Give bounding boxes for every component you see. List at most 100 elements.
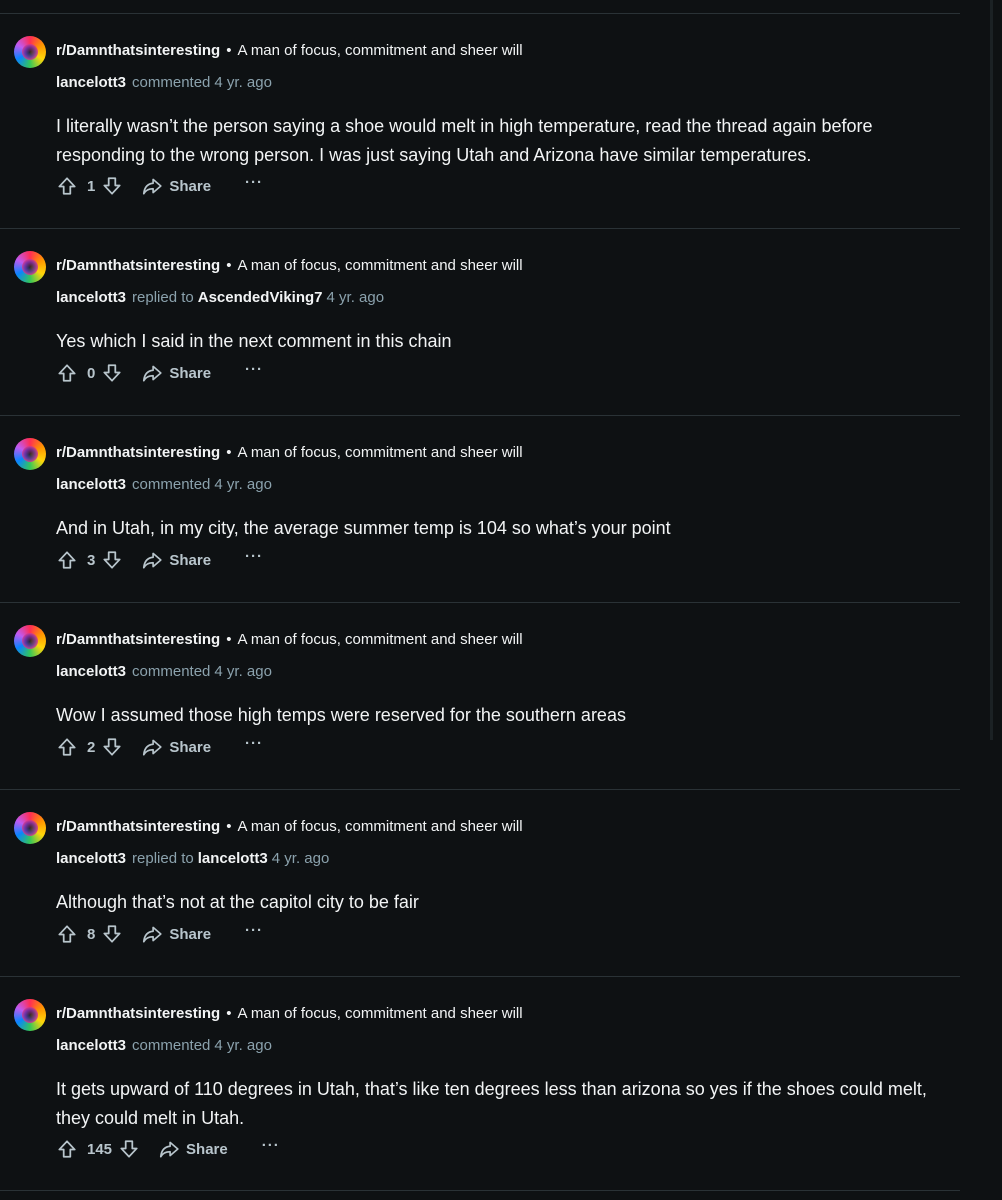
comment-meta: r/Damnthatsinteresting • A man of focus, c… [56, 40, 523, 62]
vote-controls: 145 [56, 1138, 140, 1160]
comment-meta: r/Damnthatsinteresting • A man of focus, c… [56, 816, 523, 838]
upvote-arrow-icon[interactable] [56, 549, 78, 571]
subreddit-avatar[interactable] [14, 812, 46, 844]
downvote-arrow-icon[interactable] [101, 736, 123, 758]
separator-bullet: • [226, 818, 232, 835]
subreddit-link[interactable]: r/Damnthatsinteresting [56, 42, 220, 59]
author-link[interactable]: lancelott3 [56, 663, 126, 680]
comment-card[interactable]: r/Damnthatsinteresting • A man of focus, c… [0, 812, 960, 962]
divider [0, 789, 960, 790]
more-options-button[interactable]: ··· [245, 549, 263, 568]
scrollbar-track[interactable] [990, 0, 993, 740]
subreddit-link[interactable]: r/Damnthatsinteresting [56, 818, 220, 835]
share-button[interactable]: Share [158, 1138, 228, 1160]
comment-body: It gets upward of 110 degrees in Utah, t… [56, 1079, 927, 1128]
post-title-link[interactable]: A man of focus, commitment and sheer wil… [237, 631, 522, 648]
post-title-link[interactable]: A man of focus, commitment and sheer wil… [237, 42, 522, 59]
downvote-arrow-icon[interactable] [118, 1138, 140, 1160]
share-button[interactable]: Share [141, 175, 211, 197]
more-options-button[interactable]: ··· [262, 1138, 280, 1157]
author-row: lancelott3 replied to lancelott3 4 yr. ago [56, 848, 329, 870]
subreddit-avatar[interactable] [14, 251, 46, 283]
comment-actions: 8 Share ··· [56, 920, 263, 948]
more-options-button[interactable]: ··· [245, 923, 263, 942]
comment-meta: r/Damnthatsinteresting • A man of focus, c… [56, 255, 523, 277]
post-title-link[interactable]: A man of focus, commitment and sheer wil… [237, 818, 522, 835]
reply-target-link[interactable]: AscendedViking7 [198, 289, 323, 306]
vote-score: 145 [87, 1140, 113, 1158]
vote-score: 3 [87, 551, 96, 569]
downvote-arrow-icon[interactable] [101, 923, 123, 945]
share-label: Share [169, 364, 212, 382]
subreddit-avatar[interactable] [14, 36, 46, 68]
comment-body: Although that’s not at the capitol city … [56, 892, 419, 912]
author-link[interactable]: lancelott3 [56, 476, 126, 493]
share-arrow-icon [158, 1138, 180, 1160]
comment-meta: r/Damnthatsinteresting • A man of focus, c… [56, 1003, 523, 1025]
comment-card[interactable]: r/Damnthatsinteresting • A man of focus, c… [0, 625, 960, 775]
action-text: replied to [132, 850, 194, 867]
subreddit-link[interactable]: r/Damnthatsinteresting [56, 631, 220, 648]
subreddit-link[interactable]: r/Damnthatsinteresting [56, 444, 220, 461]
share-label: Share [169, 551, 212, 569]
timestamp: 4 yr. ago [271, 850, 330, 867]
comment-actions: 2 Share ··· [56, 733, 263, 761]
divider [0, 13, 960, 14]
vote-score: 1 [87, 177, 96, 195]
author-link[interactable]: lancelott3 [56, 850, 126, 867]
share-arrow-icon [141, 736, 163, 758]
upvote-arrow-icon[interactable] [56, 175, 78, 197]
share-arrow-icon [141, 549, 163, 571]
separator-bullet: • [226, 444, 232, 461]
share-button[interactable]: Share [141, 736, 211, 758]
upvote-arrow-icon[interactable] [56, 362, 78, 384]
author-row: lancelott3 commented 4 yr. ago [56, 72, 272, 94]
more-options-button[interactable]: ··· [245, 175, 263, 194]
author-row: lancelott3 replied to AscendedViking7 4 yr.… [56, 287, 384, 309]
more-options-button[interactable]: ··· [245, 362, 263, 381]
comment-card[interactable]: r/Damnthatsinteresting • A man of focus, c… [0, 999, 960, 1179]
post-title-link[interactable]: A man of focus, commitment and sheer wil… [237, 444, 522, 461]
more-options-button[interactable]: ··· [245, 736, 263, 755]
action-text: commented [132, 663, 211, 680]
separator-bullet: • [226, 257, 232, 274]
comments-feed: r/Damnthatsinteresting • A man of focus, c… [0, 0, 1002, 1200]
share-arrow-icon [141, 923, 163, 945]
author-link[interactable]: lancelott3 [56, 289, 126, 306]
subreddit-avatar[interactable] [14, 625, 46, 657]
share-label: Share [186, 1140, 228, 1158]
vote-controls: 2 [56, 736, 123, 758]
upvote-arrow-icon[interactable] [56, 736, 78, 758]
author-link[interactable]: lancelott3 [56, 74, 126, 91]
share-button[interactable]: Share [141, 362, 211, 384]
author-link[interactable]: lancelott3 [56, 1037, 126, 1054]
share-arrow-icon [141, 175, 163, 197]
post-title-link[interactable]: A man of focus, commitment and sheer wil… [237, 257, 522, 274]
comment-card[interactable]: r/Damnthatsinteresting • A man of focus, c… [0, 36, 960, 216]
reply-target-link[interactable]: lancelott3 [198, 850, 268, 867]
downvote-arrow-icon[interactable] [101, 175, 123, 197]
comment-card[interactable]: r/Damnthatsinteresting • A man of focus, c… [0, 251, 960, 401]
comment-card[interactable]: r/Damnthatsinteresting • A man of focus, c… [0, 438, 960, 588]
downvote-arrow-icon[interactable] [101, 362, 123, 384]
subreddit-link[interactable]: r/Damnthatsinteresting [56, 1005, 220, 1022]
timestamp: 4 yr. ago [214, 1037, 272, 1054]
downvote-arrow-icon[interactable] [101, 549, 123, 571]
vote-score: 8 [87, 925, 96, 943]
comment-body: I literally wasn’t the person saying a s… [56, 116, 873, 165]
subreddit-link[interactable]: r/Damnthatsinteresting [56, 257, 220, 274]
comment-actions: 3 Share ··· [56, 546, 263, 574]
subreddit-avatar[interactable] [14, 999, 46, 1031]
vote-score: 2 [87, 738, 96, 756]
share-label: Share [169, 738, 212, 756]
separator-bullet: • [226, 1005, 232, 1022]
subreddit-avatar[interactable] [14, 438, 46, 470]
post-title-link[interactable]: A man of focus, commitment and sheer wil… [237, 1005, 522, 1022]
vote-controls: 3 [56, 549, 123, 571]
upvote-arrow-icon[interactable] [56, 1138, 78, 1160]
share-button[interactable]: Share [141, 549, 211, 571]
share-button[interactable]: Share [141, 923, 211, 945]
divider [0, 415, 960, 416]
timestamp: 4 yr. ago [214, 476, 272, 493]
upvote-arrow-icon[interactable] [56, 923, 78, 945]
